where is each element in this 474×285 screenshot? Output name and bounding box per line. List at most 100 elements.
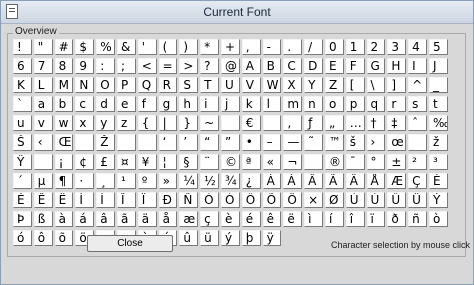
char-cell[interactable]	[33, 153, 53, 170]
char-cell[interactable]: ‹	[33, 134, 53, 151]
char-cell[interactable]: j	[220, 96, 240, 113]
char-cell[interactable]: Á	[283, 172, 303, 189]
char-cell[interactable]: „	[324, 115, 344, 132]
char-cell[interactable]: œ	[387, 134, 407, 151]
char-cell[interactable]: ½	[200, 172, 219, 189]
char-cell[interactable]: #	[54, 39, 74, 56]
char-cell[interactable]: R	[158, 77, 178, 94]
char-cell[interactable]: v	[33, 115, 53, 132]
char-cell[interactable]	[137, 134, 157, 151]
char-cell[interactable]: ¼	[179, 172, 199, 189]
char-cell[interactable]: ž	[428, 134, 448, 151]
char-cell[interactable]: 1	[345, 39, 365, 56]
char-cell[interactable]: Ê	[33, 191, 53, 208]
char-cell[interactable]: r	[387, 96, 407, 113]
char-cell[interactable]: Å	[366, 172, 386, 189]
char-cell[interactable]: V	[241, 77, 261, 94]
char-cell[interactable]: L	[33, 77, 53, 94]
char-cell[interactable]: ^	[408, 77, 427, 94]
char-cell[interactable]: ,	[241, 39, 261, 56]
char-cell[interactable]: Ù	[345, 191, 365, 208]
char-cell[interactable]: .	[283, 39, 303, 56]
char-cell[interactable]: û	[179, 229, 199, 247]
char-cell[interactable]: ‡	[387, 115, 407, 132]
char-cell[interactable]: G	[366, 58, 386, 75]
char-cell[interactable]: ·	[75, 172, 95, 189]
char-cell[interactable]: e	[116, 96, 136, 113]
char-cell[interactable]: D	[304, 58, 323, 75]
char-cell[interactable]: ý	[220, 229, 240, 247]
char-cell[interactable]: ¥	[137, 153, 157, 170]
char-cell[interactable]: C	[283, 58, 303, 75]
char-cell[interactable]: T	[200, 77, 219, 94]
char-cell[interactable]: ë	[283, 210, 303, 227]
char-cell[interactable]: Ò	[200, 191, 219, 208]
char-cell[interactable]: K	[13, 77, 32, 94]
char-cell[interactable]: Z	[324, 77, 344, 94]
char-cell[interactable]: °	[366, 153, 386, 170]
char-cell[interactable]	[304, 153, 323, 170]
char-cell[interactable]: ;	[116, 58, 136, 75]
char-cell[interactable]: Ó	[220, 191, 240, 208]
char-cell[interactable]: k	[241, 96, 261, 113]
char-cell[interactable]: ~	[200, 115, 219, 132]
char-cell[interactable]: x	[75, 115, 95, 132]
char-cell[interactable]: B	[262, 58, 282, 75]
char-cell[interactable]: ï	[366, 210, 386, 227]
char-cell[interactable]: n	[304, 96, 323, 113]
char-cell[interactable]	[75, 134, 95, 151]
char-cell[interactable]: ª	[241, 153, 261, 170]
char-cell[interactable]	[408, 134, 427, 151]
char-cell[interactable]: Æ	[387, 172, 407, 189]
char-cell[interactable]: ÿ	[262, 229, 282, 247]
char-cell[interactable]: c	[75, 96, 95, 113]
char-cell[interactable]: í	[324, 210, 344, 227]
char-cell[interactable]: ç	[200, 210, 219, 227]
char-cell[interactable]: î	[345, 210, 365, 227]
char-cell[interactable]: ¸	[96, 172, 115, 189]
char-cell[interactable]: Ú	[366, 191, 386, 208]
char-cell[interactable]: 2	[366, 39, 386, 56]
char-cell[interactable]: á	[75, 210, 95, 227]
char-cell[interactable]: â	[96, 210, 115, 227]
char-cell[interactable]: À	[262, 172, 282, 189]
char-cell[interactable]: ®	[324, 153, 344, 170]
char-cell[interactable]: h	[179, 96, 199, 113]
char-cell[interactable]: g	[158, 96, 178, 113]
char-cell[interactable]: Ö	[283, 191, 303, 208]
char-cell[interactable]: •	[241, 134, 261, 151]
char-cell[interactable]: Û	[387, 191, 407, 208]
char-cell[interactable]: i	[200, 96, 219, 113]
char-cell[interactable]: @	[220, 58, 240, 75]
char-cell[interactable]: Â	[304, 172, 323, 189]
char-cell[interactable]: y	[96, 115, 115, 132]
char-cell[interactable]: ê	[262, 210, 282, 227]
char-cell[interactable]: X	[283, 77, 303, 94]
char-cell[interactable]: ñ	[408, 210, 427, 227]
char-cell[interactable]: A	[241, 58, 261, 75]
char-cell[interactable]: J	[428, 58, 448, 75]
char-cell[interactable]: Ë	[54, 191, 74, 208]
char-cell[interactable]: É	[13, 191, 32, 208]
char-cell[interactable]: ±	[387, 153, 407, 170]
char-cell[interactable]: È	[428, 172, 448, 189]
char-cell[interactable]: æ	[179, 210, 199, 227]
char-cell[interactable]: Ž	[96, 134, 115, 151]
char-cell[interactable]: ß	[33, 210, 53, 227]
char-cell[interactable]: Y	[304, 77, 323, 94]
char-cell[interactable]: €	[241, 115, 261, 132]
char-cell[interactable]: †	[366, 115, 386, 132]
char-cell[interactable]: Í	[96, 191, 115, 208]
char-cell[interactable]: …	[345, 115, 365, 132]
char-cell[interactable]: [	[345, 77, 365, 94]
char-cell[interactable]: Q	[137, 77, 157, 94]
char-cell[interactable]: å	[158, 210, 178, 227]
char-cell[interactable]: "	[33, 39, 53, 56]
char-cell[interactable]: Ý	[428, 191, 448, 208]
char-cell[interactable]: t	[428, 96, 448, 113]
char-cell[interactable]: ¤	[116, 153, 136, 170]
char-cell[interactable]: p	[345, 96, 365, 113]
char-cell[interactable]: ”	[220, 134, 240, 151]
char-cell[interactable]: E	[324, 58, 344, 75]
char-cell[interactable]: Ã	[324, 172, 344, 189]
